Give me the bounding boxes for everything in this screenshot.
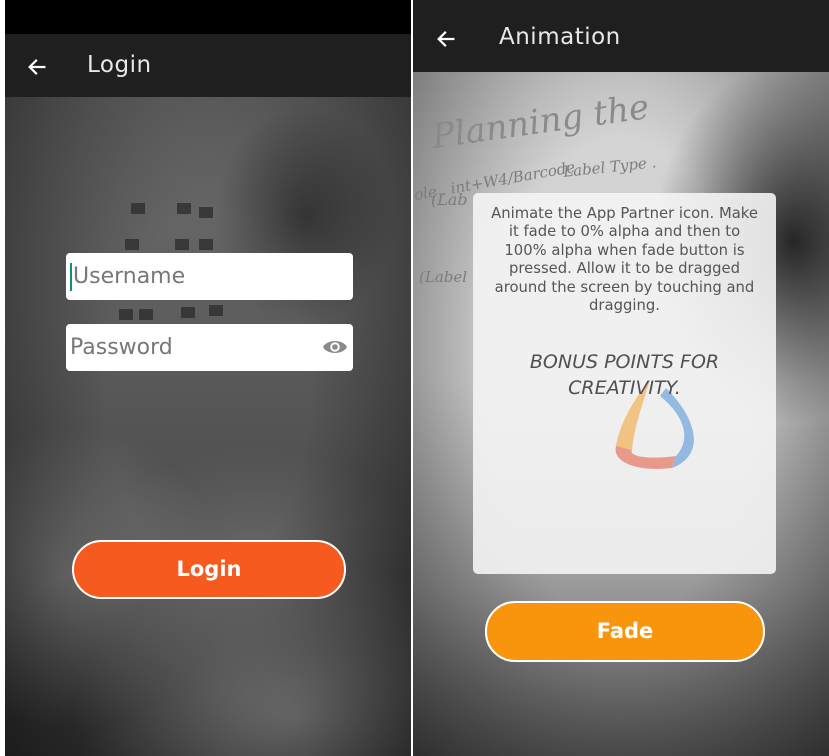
password-input[interactable] xyxy=(66,324,353,371)
text-cursor xyxy=(70,263,72,291)
page-title: Login xyxy=(87,52,152,78)
password-field[interactable] xyxy=(66,324,353,371)
app-bar: Login xyxy=(5,34,411,97)
whiteboard-scribble: Planning the xyxy=(429,86,652,158)
app-bar: Animation xyxy=(413,0,829,72)
username-input[interactable] xyxy=(66,253,353,300)
fade-button[interactable]: Fade xyxy=(485,601,765,662)
whiteboard-scribble: Label Type . xyxy=(562,153,658,181)
arrow-left-icon[interactable] xyxy=(435,28,457,50)
login-screen: Login Login xyxy=(5,0,411,756)
login-button[interactable]: Login xyxy=(72,540,346,599)
eye-icon[interactable] xyxy=(322,337,348,357)
username-field[interactable] xyxy=(66,253,353,300)
whiteboard-scribble: (Label xyxy=(419,268,468,286)
whiteboard-scribble: (Lab xyxy=(431,190,468,209)
page-title: Animation xyxy=(499,24,621,50)
background-photo xyxy=(5,97,411,756)
animation-screen: Planning the ole . int+W4/Barcode Label … xyxy=(413,0,829,756)
bonus-text: BONUS POINTS FOR CREATIVITY. xyxy=(529,351,720,399)
instructions-text: Animate the App Partner icon. Make it fa… xyxy=(491,205,758,315)
status-bar xyxy=(5,0,411,34)
arrow-left-icon[interactable] xyxy=(26,56,48,78)
instructions-card: Animate the App Partner icon. Make it fa… xyxy=(473,193,776,574)
